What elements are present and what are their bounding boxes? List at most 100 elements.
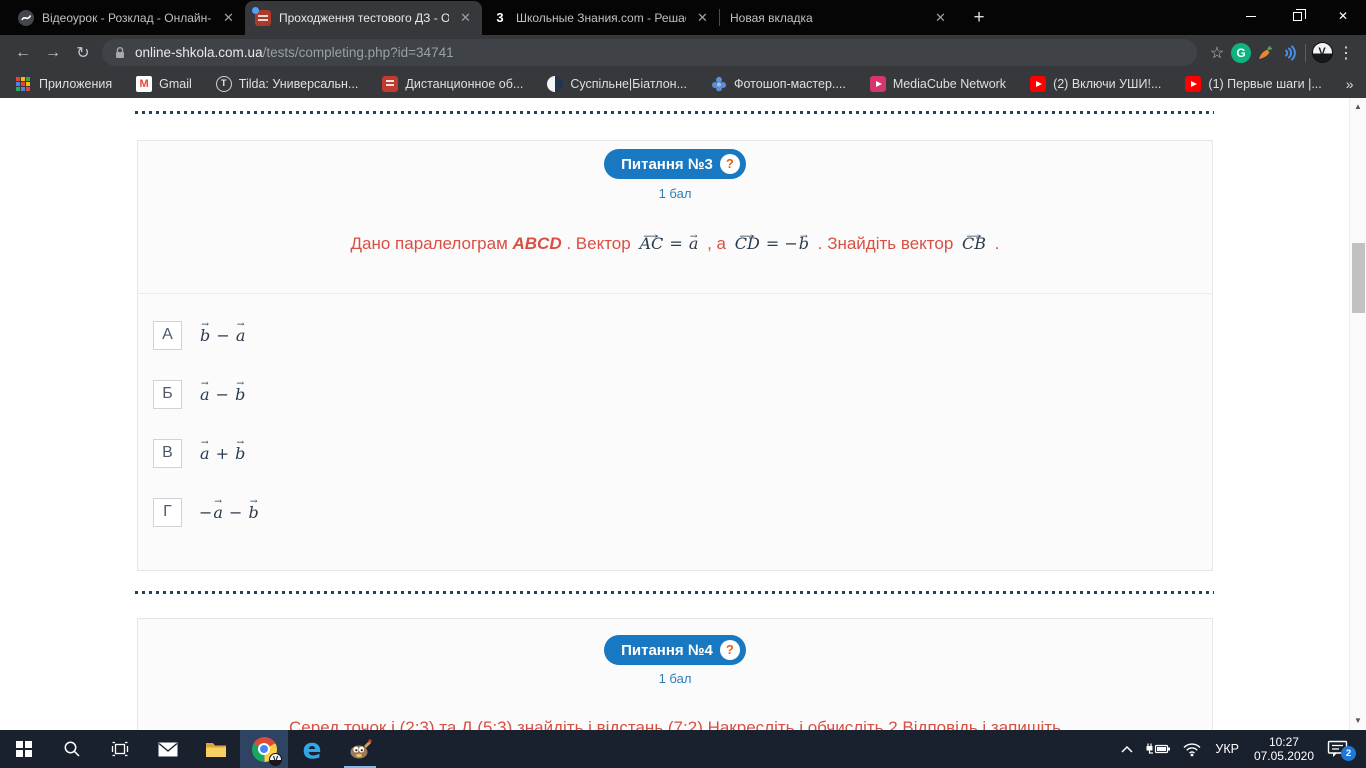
carrot-extension-icon[interactable]: [1253, 45, 1277, 61]
help-icon[interactable]: ?: [719, 640, 740, 660]
bookmark-suspilne[interactable]: Суспільне|Біатлон...: [547, 76, 687, 92]
task-view-button[interactable]: [96, 730, 144, 768]
tab-strip: Відеоурок - Розклад - Онлайн-Ш ✕ Проходж…: [0, 0, 993, 35]
grammarly-icon[interactable]: G: [1229, 42, 1253, 63]
question-4-badge: Питання №4 ?: [604, 635, 746, 665]
question-4-card: Питання №4 ? 1 бал Серед точок і (2;3) т…: [137, 618, 1213, 730]
taskbar-clock[interactable]: 10:27 07.05.2020: [1250, 735, 1318, 763]
dark-globe-icon: [18, 10, 34, 26]
digit-3-icon: 3: [496, 10, 504, 25]
bookmark-label: (2) Включи УШИ!...: [1053, 77, 1162, 91]
taskbar-search-button[interactable]: [48, 730, 96, 768]
tab-test-active[interactable]: Проходження тестового ДЗ - О ✕: [245, 1, 482, 35]
bookmark-star-icon[interactable]: ☆: [1205, 43, 1229, 63]
wifi-icon[interactable]: [1180, 742, 1204, 757]
bookmark-distance[interactable]: Дистанционное об...: [382, 76, 523, 92]
bookmark-label: Суспільне|Біатлон...: [570, 77, 687, 91]
page-scrollbar[interactable]: ▲ ▼: [1349, 98, 1366, 730]
question-badge-label: Питання №3: [621, 155, 713, 173]
start-button[interactable]: [0, 730, 48, 768]
gmail-icon: [136, 76, 153, 92]
language-indicator[interactable]: УКР: [1211, 742, 1243, 756]
waves-extension-icon[interactable]: [1277, 44, 1301, 62]
action-center-button[interactable]: 2: [1325, 740, 1356, 761]
option-formula: b − a: [199, 326, 246, 345]
question-badge-label: Питання №4: [621, 641, 713, 659]
bookmark-gmail[interactable]: Gmail: [136, 76, 192, 92]
option-letter-box[interactable]: Г: [153, 497, 182, 527]
edge-taskbar-button[interactable]: e: [288, 730, 336, 768]
tab-znanija[interactable]: 3 Школьные Знания.com - Решае ✕: [482, 1, 719, 35]
bookmark-label: Приложения: [39, 77, 113, 91]
menu-dots-icon[interactable]: ⋮: [1334, 43, 1358, 63]
help-icon[interactable]: ?: [719, 154, 740, 174]
option-g[interactable]: Г −a − b: [153, 497, 1212, 527]
option-a[interactable]: А b − a: [153, 320, 1212, 350]
question-3-card: Питання №3 ? 1 бал Дано паралелограм ABC…: [137, 140, 1213, 571]
scroll-up-arrow[interactable]: ▲: [1350, 99, 1366, 115]
lock-icon: [116, 46, 124, 58]
question-3-points: 1 бал: [658, 186, 692, 201]
bookmark-youtube-2[interactable]: (2) Включи УШИ!...: [1030, 76, 1161, 92]
bookmarks-bar: Приложения Gmail T Tilda: Универсальн...…: [0, 70, 1366, 98]
question-3-text: Дано паралелограм ABCD . Вектор AC = a ,…: [138, 230, 1212, 294]
close-icon[interactable]: ✕: [694, 10, 711, 27]
tray-chevron-up-icon[interactable]: [1118, 744, 1136, 754]
tab-videourok[interactable]: Відеоурок - Розклад - Онлайн-Ш ✕: [8, 1, 245, 35]
half-circle-icon: [547, 76, 564, 92]
option-letter-box[interactable]: Б: [153, 379, 182, 409]
red-square-icon: [382, 76, 399, 92]
screen: Відеоурок - Розклад - Онлайн-Ш ✕ Проходж…: [0, 0, 1366, 768]
option-b[interactable]: Б a − b: [153, 379, 1212, 409]
bookmark-apps[interactable]: Приложения: [16, 76, 112, 92]
chrome-taskbar-button[interactable]: V: [240, 730, 288, 768]
profile-avatar[interactable]: V: [1310, 42, 1334, 63]
clock-time: 10:27: [1268, 735, 1299, 749]
option-letter-box[interactable]: А: [153, 320, 182, 350]
browser-toolbar: ← → ↻ online-shkola.com.ua/tests/complet…: [0, 35, 1366, 70]
bookmark-mediacube[interactable]: MediaCube Network: [869, 76, 1007, 92]
question-3-header: Питання №3 ? 1 бал: [138, 141, 1212, 201]
notification-dot-icon: [252, 7, 259, 14]
tab-title: Відеоурок - Розклад - Онлайн-Ш: [42, 11, 212, 25]
blue-flower-icon: [711, 76, 727, 92]
tab-title: Школьные Знания.com - Решае: [516, 11, 686, 25]
bookmark-photoshop[interactable]: Фотошоп-мастер....: [711, 76, 846, 92]
url-domain: online-shkola.com.ua: [135, 45, 263, 60]
new-tab-button[interactable]: +: [965, 4, 993, 32]
close-icon[interactable]: ✕: [932, 10, 949, 27]
restore-button[interactable]: [1274, 0, 1320, 32]
gimp-taskbar-button[interactable]: [336, 730, 384, 768]
tab-new[interactable]: Новая вкладка ✕: [720, 1, 957, 35]
bookmark-label: MediaCube Network: [892, 77, 1007, 91]
toolbar-separator: [1305, 43, 1306, 62]
battery-charging-icon[interactable]: [1143, 742, 1173, 756]
bookmark-tilda[interactable]: T Tilda: Универсальн...: [215, 76, 358, 92]
close-icon[interactable]: ✕: [457, 10, 474, 27]
option-v[interactable]: В a + b: [153, 438, 1212, 468]
close-icon[interactable]: ✕: [220, 10, 237, 27]
gimp-icon: [350, 739, 372, 759]
mail-button[interactable]: [144, 730, 192, 768]
scrollbar-thumb[interactable]: [1352, 243, 1365, 313]
bookmark-youtube-1[interactable]: (1) Первые шаги |...: [1185, 76, 1322, 92]
file-explorer-button[interactable]: [192, 730, 240, 768]
reload-icon[interactable]: ↻: [68, 43, 98, 63]
youtube-icon: [1030, 76, 1047, 92]
bookmark-label: Дистанционное об...: [405, 77, 524, 91]
bookmarks-overflow-chevron[interactable]: »: [1346, 76, 1354, 92]
forward-arrow-icon[interactable]: →: [38, 44, 68, 62]
dotted-separator: [135, 111, 1214, 114]
close-window-button[interactable]: ✕: [1320, 0, 1366, 32]
url-text: online-shkola.com.ua/tests/completing.ph…: [135, 45, 454, 60]
question-3-badge: Питання №3 ?: [604, 149, 746, 179]
option-letter-box[interactable]: В: [153, 438, 182, 468]
mediacube-play-icon: [869, 76, 886, 92]
back-arrow-icon[interactable]: ←: [8, 44, 38, 62]
windows-taskbar: V e УКР 10:27 07.05.2020 2: [0, 730, 1366, 768]
browser-titlebar: Відеоурок - Розклад - Онлайн-Ш ✕ Проходж…: [0, 0, 1366, 35]
address-bar[interactable]: online-shkola.com.ua/tests/completing.ph…: [102, 39, 1197, 66]
minimize-button[interactable]: [1228, 0, 1274, 32]
scroll-down-arrow[interactable]: ▼: [1350, 713, 1366, 729]
bookmark-label: Фотошоп-мастер....: [734, 77, 846, 91]
